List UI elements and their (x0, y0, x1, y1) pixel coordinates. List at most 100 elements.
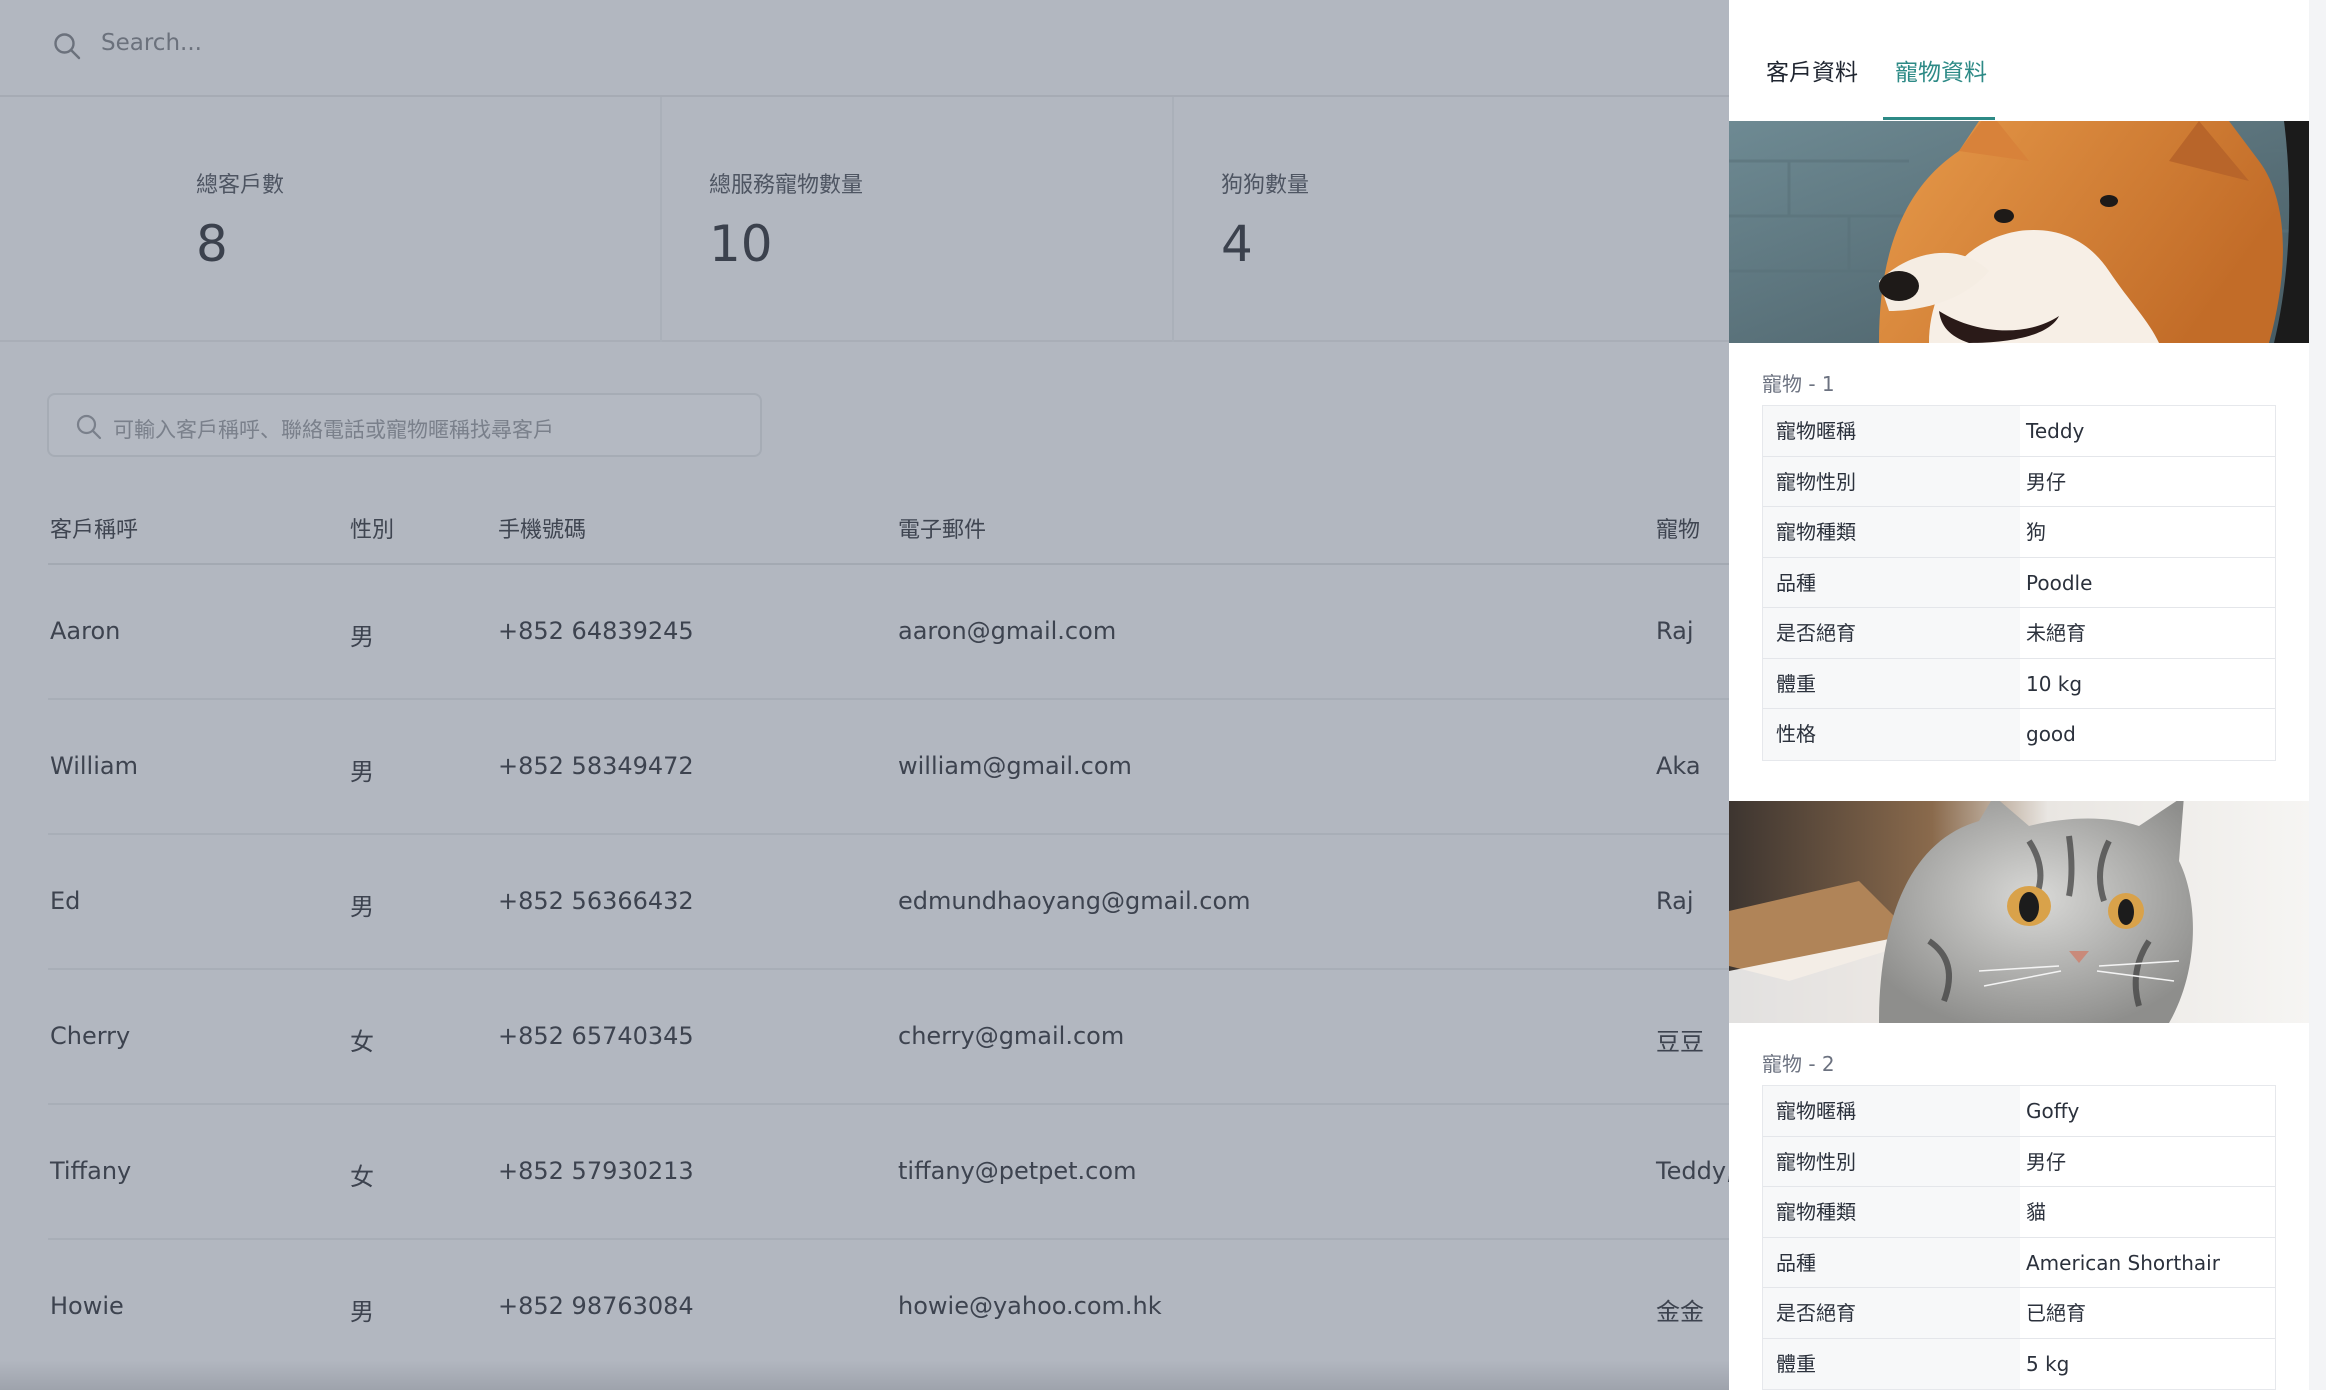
column-header-gender[interactable]: 性別 (350, 512, 394, 544)
cell-email: cherry@gmail.com (898, 1022, 1125, 1050)
cell-email: william@gmail.com (898, 752, 1132, 780)
info-row: 是否絕育 已絕育 (1763, 1288, 2275, 1339)
pet-2-info-table: 寵物暱稱 Goffy 寵物性別 男仔 寵物種類 貓 品種 American Sh… (1762, 1085, 2276, 1390)
pet-2-photo (1729, 801, 2309, 1023)
info-key: 寵物性別 (1763, 1136, 2020, 1186)
cell-phone: +852 58349472 (498, 752, 694, 780)
info-row: 體重 10 kg (1763, 658, 2275, 709)
info-value: 狗 (2026, 520, 2046, 544)
drawer-tabs: 客戶資料 寵物資料 (1729, 0, 2309, 121)
cell-name: William (50, 752, 138, 780)
info-key: 寵物暱稱 (1763, 406, 2020, 456)
stat-label: 總服務寵物數量 (709, 173, 864, 198)
info-row: 寵物性別 男仔 (1763, 456, 2275, 507)
table-row[interactable]: Aaron 男 +852 64839245 aaron@gmail.com Ra… (48, 565, 1729, 700)
active-tab-indicator (1883, 117, 1995, 120)
cell-pets: Teddy, (1656, 1157, 1734, 1185)
info-value: Teddy (2026, 419, 2085, 443)
cell-email: howie@yahoo.com.hk (898, 1292, 1162, 1320)
info-value: Goffy (2026, 1099, 2080, 1123)
cell-email: edmundhaoyang@gmail.com (898, 887, 1251, 915)
cell-gender: 男 (350, 1298, 374, 1326)
table-row[interactable]: Cherry 女 +852 65740345 cherry@gmail.com … (48, 970, 1729, 1105)
dog-photo-icon (1729, 121, 2309, 343)
table-row[interactable]: William 男 +852 58349472 william@gmail.co… (48, 700, 1729, 835)
search-icon (76, 414, 102, 440)
cell-gender: 女 (350, 1163, 374, 1191)
cell-gender: 男 (350, 758, 374, 786)
info-key: 是否絕育 (1763, 608, 2020, 658)
table-row[interactable]: Tiffany 女 +852 57930213 tiffany@petpet.c… (48, 1105, 1734, 1240)
search-input[interactable]: Search... (101, 30, 202, 56)
cell-name: Howie (50, 1292, 124, 1320)
info-key: 體重 (1763, 658, 2020, 708)
tab-pet-info[interactable]: 寵物資料 (1895, 53, 1987, 87)
cell-pets: 金金 (1656, 1298, 1704, 1326)
info-value: Poodle (2026, 570, 2093, 595)
cell-name: Cherry (50, 1022, 131, 1050)
info-value: 男仔 (2026, 469, 2066, 494)
column-header-name[interactable]: 客戶稱呼 (50, 512, 138, 544)
stat-dog-count: 狗狗數量 4 (1174, 97, 1729, 342)
info-value: 已絕育 (2026, 1301, 2086, 1325)
column-header-email[interactable]: 電子郵件 (898, 512, 986, 544)
search-icon (54, 33, 81, 60)
tab-customer-info[interactable]: 客戶資料 (1766, 53, 1858, 87)
stats-panel: 總客戶數 8 總服務寵物數量 10 狗狗數量 4 (0, 97, 1729, 342)
table-row[interactable]: Howie 男 +852 98763084 howie@yahoo.com.hk… (48, 1240, 1729, 1375)
stat-value: 10 (709, 215, 773, 273)
info-row: 是否絕育 未絕育 (1763, 608, 2275, 659)
cat-photo-icon (1729, 801, 2309, 1023)
cell-name: Aaron (50, 617, 121, 645)
info-key: 寵物性別 (1763, 456, 2020, 506)
cell-phone: +852 56366432 (498, 887, 694, 915)
top-search-bar[interactable]: Search... (0, 0, 1729, 97)
cell-gender: 女 (350, 1028, 374, 1056)
table-row[interactable]: Ed 男 +852 56366432 edmundhaoyang@gmail.c… (48, 835, 1729, 970)
cell-phone: +852 65740345 (498, 1022, 694, 1050)
main-app: Search... 總客戶數 8 總服務寵物數量 10 狗狗數量 4 可輸入客戶… (0, 0, 1734, 1390)
info-key: 寵物暱稱 (1763, 1086, 2020, 1136)
info-row: 寵物暱稱 Teddy (1763, 406, 2275, 457)
info-row: 品種 Poodle (1763, 557, 2275, 608)
info-value: 未絕育 (2026, 621, 2086, 645)
cell-name: Tiffany (50, 1157, 132, 1185)
column-header-pets[interactable]: 寵物 (1656, 512, 1700, 544)
cell-name: Ed (50, 887, 81, 915)
info-key: 是否絕育 (1763, 1288, 2020, 1338)
cell-pets: 豆豆 (1656, 1028, 1704, 1056)
info-value: good (2026, 722, 2076, 746)
info-value: 男仔 (2026, 1149, 2066, 1174)
cell-phone: +852 64839245 (498, 617, 694, 645)
cell-phone: +852 98763084 (498, 1292, 694, 1320)
cell-email: aaron@gmail.com (898, 617, 1117, 645)
info-row: 寵物性別 男仔 (1763, 1136, 2275, 1187)
pet-section-label: 寵物 - 1 (1762, 372, 1835, 396)
info-row: 寵物種類 貓 (1763, 1187, 2275, 1238)
info-row: 寵物暱稱 Goffy (1763, 1086, 2275, 1137)
info-value: 5 kg (2026, 1351, 2070, 1376)
cell-email: tiffany@petpet.com (898, 1157, 1137, 1185)
customer-table: 客戶稱呼 性別 手機號碼 電子郵件 寵物 Aaron 男 +852 648392… (48, 500, 1734, 1375)
info-key: 體重 (1763, 1338, 2020, 1389)
customer-detail-drawer: 客戶資料 寵物資料 寵物 - 1 寵物暱稱 Teddy 寵物性別 男仔 寵物種類… (1729, 0, 2326, 1390)
stat-total-pets: 總服務寵物數量 10 (662, 97, 1172, 342)
info-key: 性格 (1763, 709, 2020, 760)
info-key: 寵物種類 (1763, 1187, 2020, 1237)
customer-filter-input[interactable]: 可輸入客戶稱呼、聯絡電話或寵物暱稱找尋客戶 (47, 393, 762, 457)
bottom-shadow (0, 1360, 1729, 1390)
stat-total-customers: 總客戶數 8 (0, 97, 660, 342)
info-value: 10 kg (2026, 671, 2083, 696)
info-key: 寵物種類 (1763, 507, 2020, 557)
info-row: 寵物種類 狗 (1763, 507, 2275, 558)
cell-pets: Raj (1656, 887, 1694, 915)
info-value: 貓 (2026, 1200, 2046, 1224)
pet-1-photo (1729, 121, 2309, 343)
column-header-phone[interactable]: 手機號碼 (498, 512, 586, 544)
stat-label: 總客戶數 (196, 173, 285, 198)
cell-gender: 男 (350, 893, 374, 921)
stat-label: 狗狗數量 (1221, 173, 1310, 198)
info-key: 品種 (1763, 1237, 2020, 1287)
stat-value: 4 (1221, 215, 1253, 273)
stat-value: 8 (196, 215, 228, 273)
